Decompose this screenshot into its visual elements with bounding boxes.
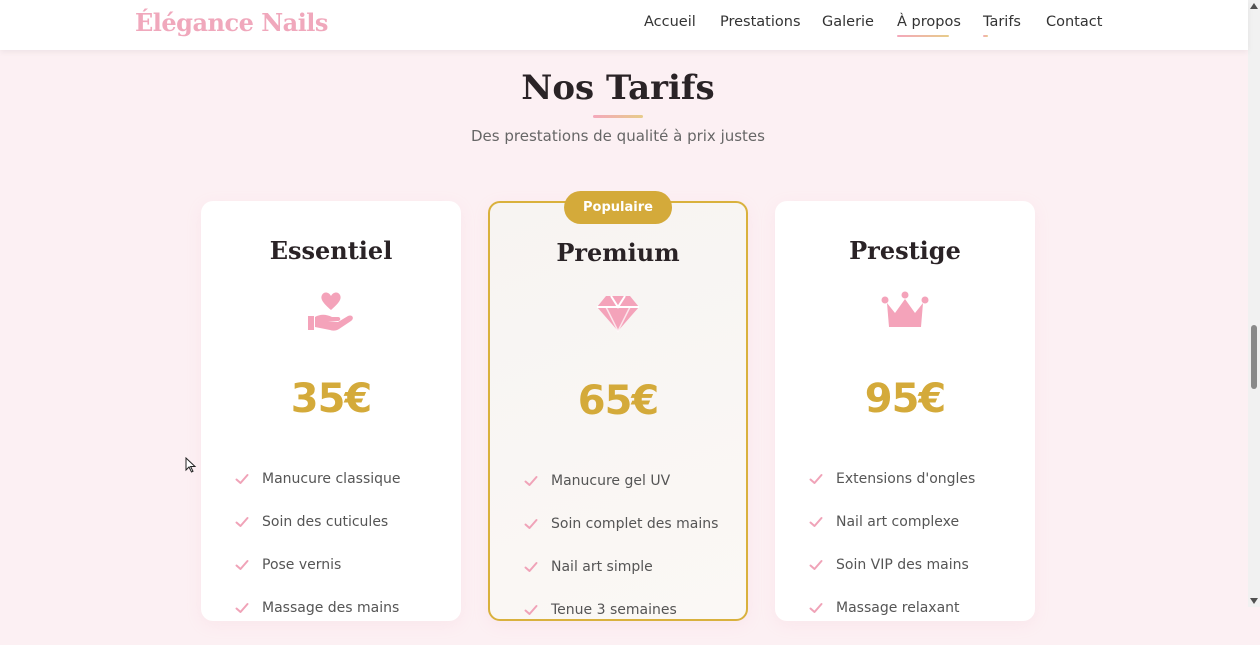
- card-title: Prestige: [849, 236, 961, 265]
- card-price: 95€: [864, 376, 947, 422]
- check-icon: [524, 476, 538, 486]
- check-icon: [235, 603, 249, 613]
- check-icon: [235, 560, 249, 570]
- scroll-up-icon[interactable]: [1250, 3, 1258, 9]
- feature-text: Massage des mains: [262, 600, 400, 616]
- feature-text: Tenue 3 semaines: [551, 602, 677, 618]
- feature-text: Massage relaxant: [836, 600, 960, 616]
- check-icon: [809, 603, 823, 613]
- card-title: Premium: [556, 238, 680, 267]
- feature-text: Nail art simple: [551, 559, 653, 575]
- check-icon: [524, 519, 538, 529]
- gem-icon: [593, 288, 643, 338]
- popular-badge: Populaire: [564, 191, 672, 224]
- check-icon: [809, 560, 823, 570]
- scroll-down-icon[interactable]: [1250, 598, 1258, 604]
- nav-links: Accueil Prestations Galerie À propos Tar…: [0, 14, 1248, 38]
- vertical-scrollbar[interactable]: [1248, 0, 1260, 607]
- pricing-card-premium[interactable]: Populaire Premium 65€ Manucure gel UV So…: [488, 191, 748, 621]
- nav-link-a-propos[interactable]: À propos: [897, 14, 961, 30]
- feature-text: Extensions d'ongles: [836, 471, 976, 487]
- nav-hover-underline: [983, 35, 988, 37]
- nav-link-galerie[interactable]: Galerie: [822, 14, 874, 30]
- crown-icon: [880, 286, 930, 336]
- check-icon: [524, 562, 538, 572]
- feature-text: Soin complet des mains: [551, 516, 719, 532]
- nav-link-accueil[interactable]: Accueil: [644, 14, 696, 30]
- nav-link-tarifs[interactable]: Tarifs: [983, 14, 1021, 30]
- mouse-cursor-icon: [185, 457, 197, 473]
- check-icon: [235, 474, 249, 484]
- nav-link-contact[interactable]: Contact: [1046, 14, 1102, 30]
- hand-heart-icon: [306, 286, 356, 336]
- pricing-card-prestige[interactable]: Prestige 95€ Extensions d'ongles Nail ar…: [775, 201, 1035, 621]
- scrollbar-thumb[interactable]: [1251, 325, 1257, 389]
- card-price: 35€: [290, 376, 373, 422]
- section-subtitle: Des prestations de qualité à prix justes: [471, 127, 765, 145]
- check-icon: [235, 517, 249, 527]
- feature-text: Soin des cuticules: [262, 514, 389, 530]
- feature-text: Pose vernis: [262, 557, 342, 573]
- feature-text: Nail art complexe: [836, 514, 960, 530]
- section-title: Nos Tarifs: [521, 68, 715, 108]
- check-icon: [809, 474, 823, 484]
- title-divider: [593, 115, 643, 118]
- feature-text: Manucure classique: [262, 471, 401, 487]
- feature-text: Manucure gel UV: [551, 473, 671, 489]
- top-navbar: Élégance Nails Accueil Prestations Galer…: [0, 0, 1248, 50]
- nav-active-underline: [897, 35, 949, 37]
- card-price: 65€: [577, 378, 660, 424]
- feature-text: Soin VIP des mains: [836, 557, 969, 573]
- pricing-card-essentiel[interactable]: Essentiel 35€ Manucure classique Soin de…: [201, 201, 461, 621]
- check-icon: [809, 517, 823, 527]
- card-title: Essentiel: [269, 236, 393, 265]
- nav-link-prestations[interactable]: Prestations: [720, 14, 801, 30]
- check-icon: [524, 605, 538, 615]
